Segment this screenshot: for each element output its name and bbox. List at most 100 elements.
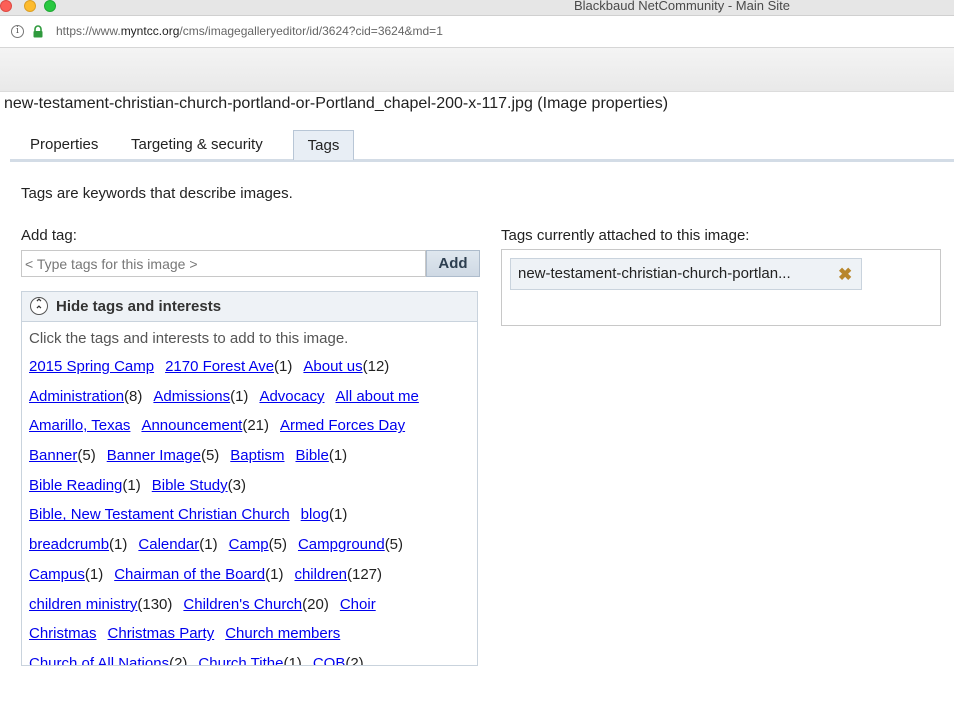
tag-item: children(127): [294, 566, 382, 583]
info-icon[interactable]: i: [11, 25, 24, 38]
tag-count: (1): [329, 506, 348, 524]
tag-item: Christmas: [29, 625, 97, 642]
tag-item: Armed Forces Day: [280, 417, 405, 434]
tag-link[interactable]: blog: [301, 506, 329, 523]
tag-item: COB(2): [313, 654, 364, 666]
tag-count: (21): [242, 417, 270, 435]
tag-link[interactable]: Bible, New Testament Christian Church: [29, 506, 290, 523]
tags-interests-panel: ⌃ ⌃ Hide tags and interests Click the tag…: [21, 291, 478, 666]
tag-link[interactable]: Amarillo, Texas: [29, 417, 130, 434]
tag-link[interactable]: children ministry: [29, 596, 137, 613]
tag-count: (5): [77, 447, 96, 465]
tag-link[interactable]: About us: [303, 358, 362, 375]
window-title-bar: Blackbaud NetCommunity - Main Site: [0, 0, 954, 16]
tag-link[interactable]: Calendar: [138, 536, 199, 553]
tag-item: Christmas Party: [108, 625, 215, 642]
tag-count: (20): [302, 595, 329, 613]
tag-item: children ministry(130): [29, 596, 172, 613]
tag-link[interactable]: Chairman of the Board: [114, 566, 265, 583]
tag-input[interactable]: [21, 250, 426, 277]
tag-link[interactable]: Administration: [29, 388, 124, 405]
tag-link[interactable]: breadcrumb: [29, 536, 109, 553]
remove-tag-icon[interactable]: ✖: [838, 265, 852, 285]
window-title: Blackbaud NetCommunity - Main Site: [573, 0, 790, 13]
panel-hint: Click the tags and interests to add to t…: [29, 330, 349, 347]
tag-link[interactable]: Bible: [295, 447, 328, 464]
tag-row: Campus(1) Chairman of the Board(1) childre…: [29, 564, 477, 594]
tag-count: (1): [283, 654, 302, 666]
tag-link[interactable]: All about me: [335, 388, 418, 405]
url-text[interactable]: https://www.myntcc.org/cms/imagegallerye…: [56, 24, 443, 38]
tag-link[interactable]: Announcement: [141, 417, 242, 434]
add-tag-label: Add tag:: [21, 227, 77, 244]
tag-link[interactable]: Campus: [29, 566, 85, 583]
tag-row: Church of All Nations(2) Church Tithe(1) C…: [29, 653, 477, 666]
tag-link[interactable]: Admissions: [153, 388, 230, 405]
tag-item: Admissions(1): [153, 388, 248, 405]
tag-link[interactable]: 2170 Forest Ave: [165, 358, 274, 375]
tag-item: breadcrumb(1): [29, 536, 127, 553]
tag-item: Calendar(1): [138, 536, 217, 553]
tag-link[interactable]: 2015 Spring Camp: [29, 358, 154, 375]
hide-tags-toggle[interactable]: ⌃ ⌃ Hide tags and interests: [22, 292, 477, 322]
tag-item: Chairman of the Board(1): [114, 566, 283, 583]
address-bar[interactable]: i https://www.myntcc.org/cms/imagegaller…: [0, 16, 954, 48]
tag-count: (5): [200, 447, 220, 465]
tag-link[interactable]: Campground: [298, 536, 385, 553]
tag-link[interactable]: Armed Forces Day: [280, 417, 405, 434]
tag-count: (5): [384, 536, 404, 554]
tag-count: (1): [199, 536, 218, 554]
tag-link[interactable]: Church Tithe: [198, 655, 283, 665]
tags-description: Tags are keywords that describe images.: [21, 185, 293, 202]
tag-link[interactable]: Bible Reading: [29, 477, 122, 494]
attached-tags-label: Tags currently attached to this image:: [501, 227, 750, 244]
tag-row: Administration(8) Admissions(1) Advocacy Al…: [29, 386, 477, 416]
tag-item: Campus(1): [29, 566, 103, 583]
tag-link[interactable]: Children's Church: [183, 596, 302, 613]
tag-item: 2170 Forest Ave(1): [165, 358, 292, 375]
tag-item: Banner Image(5): [107, 447, 220, 464]
tag-link[interactable]: Church members: [225, 625, 340, 642]
attached-tag-chip: new-testament-christian-church-portlan..…: [510, 258, 862, 290]
tag-item: Camp(5): [229, 536, 287, 553]
tag-count: (2): [169, 654, 188, 666]
tag-item: blog(1): [301, 506, 348, 523]
tab-tags[interactable]: Tags: [293, 130, 354, 160]
tag-count: (1): [122, 476, 141, 494]
tag-link[interactable]: Church of All Nations: [29, 655, 169, 665]
page-title: new-testament-christian-church-portland-…: [4, 95, 669, 112]
tag-count: (5): [268, 536, 287, 554]
tag-link[interactable]: Choir: [340, 596, 376, 613]
tag-row: Bible Reading(1) Bible Study(3): [29, 475, 477, 505]
tag-link[interactable]: Camp: [229, 536, 269, 553]
tag-count: (2): [345, 654, 364, 666]
tag-row: 2015 Spring Camp 2170 Forest Ave(1) About …: [29, 356, 477, 386]
add-tag-button[interactable]: Add: [426, 250, 480, 277]
tag-list: 2015 Spring Camp 2170 Forest Ave(1) About …: [29, 356, 477, 666]
tag-link[interactable]: Advocacy: [259, 388, 324, 405]
tag-item: Bible Reading(1): [29, 477, 141, 494]
tag-count: (1): [274, 358, 293, 375]
tag-link[interactable]: Banner: [29, 447, 77, 464]
url-host: myntcc.org: [120, 24, 180, 38]
tab-properties[interactable]: Properties: [30, 130, 98, 159]
tag-item: All about me: [335, 388, 418, 405]
tag-count: (3): [227, 476, 246, 494]
tag-item: Banner(5): [29, 447, 96, 464]
tag-link[interactable]: children: [294, 566, 347, 583]
tag-item: Bible Study(3): [152, 477, 246, 494]
tag-row: children ministry(130) Children's Church(…: [29, 594, 477, 624]
tag-link[interactable]: Christmas Party: [108, 625, 215, 642]
tag-link[interactable]: Bible Study: [152, 477, 228, 494]
tab-targeting-security[interactable]: Targeting & security: [131, 130, 263, 159]
tag-row: Bible, New Testament Christian Church blo…: [29, 504, 477, 534]
tag-link[interactable]: COB: [313, 655, 346, 665]
tag-link[interactable]: Baptism: [230, 447, 284, 464]
panel-title: Hide tags and interests: [56, 298, 222, 315]
url-prefix: https://www.: [56, 24, 121, 38]
url-path: /cms/imagegalleryeditor/id/3624?cid=3624…: [179, 24, 443, 38]
tag-link[interactable]: Christmas: [29, 625, 97, 642]
tag-link[interactable]: Banner Image: [107, 447, 201, 464]
tag-count: (1): [328, 447, 348, 465]
collapse-chevron-icon[interactable]: ⌃ ⌃: [30, 297, 48, 316]
